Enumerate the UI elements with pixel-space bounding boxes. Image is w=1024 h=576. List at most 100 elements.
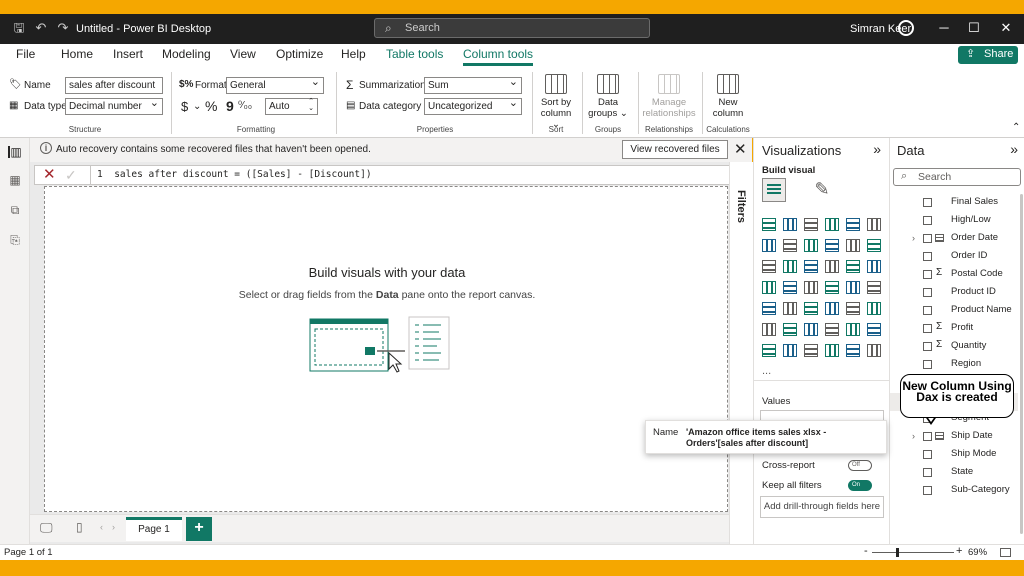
trophy-icon[interactable] (867, 323, 881, 336)
filled-map-icon[interactable] (804, 281, 818, 294)
formula-text[interactable]: 1 sales after discount = ([Sales] - [Dis… (97, 169, 372, 180)
next-page-icon[interactable]: › (112, 522, 115, 532)
collapse-visualizations-icon[interactable]: » (873, 141, 881, 157)
decomposition-tree-icon[interactable] (804, 323, 818, 336)
column-name-input[interactable]: sales after discount (65, 77, 163, 94)
metrics-icon[interactable] (825, 344, 839, 357)
build-visual-tab-icon[interactable] (762, 178, 786, 202)
field-item[interactable]: Σ Postal Code (890, 267, 1018, 285)
100-column-icon[interactable] (867, 218, 881, 231)
map-icon[interactable] (783, 281, 797, 294)
user-avatar-icon[interactable] (898, 20, 914, 36)
data-scrollbar[interactable] (1020, 194, 1023, 534)
percent-button[interactable]: % (205, 98, 217, 114)
python-visual-icon[interactable] (762, 323, 776, 336)
100-bar-icon[interactable] (846, 218, 860, 231)
zoom-in-icon[interactable]: + (956, 545, 962, 557)
fit-to-page-icon[interactable] (1000, 548, 1011, 557)
minimize-icon[interactable]: ─ (934, 20, 954, 35)
data-groups-button[interactable]: Data groups ⌄ (588, 74, 628, 119)
ribbon-chart-icon[interactable] (825, 239, 839, 252)
table-view-icon[interactable]: ▦ (8, 174, 22, 186)
field-checkbox[interactable] (923, 360, 932, 369)
chevron-right-icon[interactable]: › (912, 233, 915, 243)
report-view-icon[interactable]: ▥ (8, 146, 22, 158)
field-item[interactable]: Product ID (890, 285, 1018, 303)
view-recovered-files-button[interactable]: View recovered files (622, 140, 728, 159)
maximize-icon[interactable]: ☐ (964, 20, 984, 36)
desktop-layout-icon[interactable]: 🖵 (40, 520, 53, 536)
field-checkbox[interactable] (923, 342, 932, 351)
power-automate-icon[interactable] (804, 344, 818, 357)
field-item[interactable]: High/Low (890, 213, 1018, 231)
more-visuals-icon[interactable]: ... (762, 365, 771, 377)
collapse-data-icon[interactable]: » (1010, 141, 1018, 157)
field-item[interactable]: Product Name (890, 303, 1018, 321)
sort-by-column-button[interactable]: Sort by column ⌄ (536, 74, 576, 130)
datatype-select[interactable]: Decimal number (65, 96, 163, 115)
format-visual-tab-icon[interactable]: ✎ (810, 178, 834, 202)
field-checkbox[interactable] (923, 486, 932, 495)
tab-column-tools[interactable]: Column tools (463, 47, 534, 66)
card-icon[interactable] (867, 281, 881, 294)
currency-button[interactable]: $ (181, 99, 188, 114)
qa-icon[interactable] (825, 323, 839, 336)
field-checkbox[interactable] (923, 288, 932, 297)
stacked-bar-icon[interactable] (762, 218, 776, 231)
save-icon[interactable]: 🖫 (12, 21, 26, 35)
datacategory-select[interactable]: Uncategorized (424, 96, 522, 115)
redo-icon[interactable]: ↷ (56, 21, 70, 35)
field-checkbox[interactable] (923, 306, 932, 315)
field-checkbox[interactable] (923, 234, 932, 243)
chevron-right-icon[interactable]: › (912, 431, 915, 441)
field-checkbox[interactable] (923, 252, 932, 261)
area-chart-icon[interactable] (783, 239, 797, 252)
narrative-icon[interactable] (846, 323, 860, 336)
field-checkbox[interactable] (923, 468, 932, 477)
stacked-area-icon[interactable] (804, 239, 818, 252)
field-checkbox[interactable] (923, 216, 932, 225)
collapse-ribbon-icon[interactable]: ⌃ (1012, 122, 1020, 133)
power-apps-icon[interactable] (783, 344, 797, 357)
field-checkbox[interactable] (923, 324, 932, 333)
field-item[interactable]: Order ID (890, 249, 1018, 267)
tab-optimize[interactable]: Optimize (276, 47, 323, 61)
field-checkbox[interactable] (923, 432, 932, 441)
r-visual-icon[interactable] (867, 302, 881, 315)
field-checkbox[interactable] (923, 270, 932, 279)
donut-icon[interactable] (867, 260, 881, 273)
add-page-button[interactable]: + (186, 517, 212, 541)
clustered-bar-icon[interactable] (804, 218, 818, 231)
filter-icon[interactable] (804, 260, 818, 273)
clustered-column-icon[interactable] (825, 218, 839, 231)
page-tab[interactable]: Page 1 (126, 517, 182, 541)
summarization-select[interactable]: Sum (424, 75, 522, 94)
new-column-button[interactable]: New column (706, 74, 750, 119)
global-search-input[interactable]: ⌕ Search (374, 18, 650, 38)
multi-card-icon[interactable] (783, 302, 797, 315)
currency-chevron-icon[interactable]: ⌄ (193, 101, 201, 112)
field-item[interactable]: Region (890, 357, 1018, 375)
close-window-icon[interactable]: ✕ (996, 20, 1016, 36)
field-item[interactable]: Final Sales (890, 195, 1018, 213)
field-item[interactable]: › Ship Date (890, 429, 1018, 447)
share-button[interactable]: ⇪ Share ⌄ (958, 46, 1018, 73)
line-chart-icon[interactable] (762, 239, 776, 252)
kpi-icon[interactable] (762, 302, 776, 315)
tab-home[interactable]: Home (61, 47, 93, 61)
model-view-icon[interactable]: ⧉ (8, 204, 22, 216)
zoom-slider[interactable] (872, 552, 954, 553)
field-item[interactable]: Ship Mode (890, 447, 1018, 465)
keep-filters-toggle[interactable]: On (848, 480, 872, 491)
funnel-icon[interactable] (783, 260, 797, 273)
manage-relationships-button[interactable]: Manage relationships (640, 74, 698, 119)
diamond-icon[interactable] (846, 344, 860, 357)
treemap-icon[interactable] (762, 281, 776, 294)
field-item[interactable]: Σ Quantity (890, 339, 1018, 357)
decimals-input[interactable]: Auto ⌃ ⌄ (265, 98, 318, 115)
gauge-icon[interactable] (846, 281, 860, 294)
pie-icon[interactable] (846, 260, 860, 273)
cancel-formula-icon[interactable]: ✕ (43, 167, 56, 183)
line-column-icon[interactable] (846, 239, 860, 252)
field-checkbox[interactable] (923, 198, 932, 207)
